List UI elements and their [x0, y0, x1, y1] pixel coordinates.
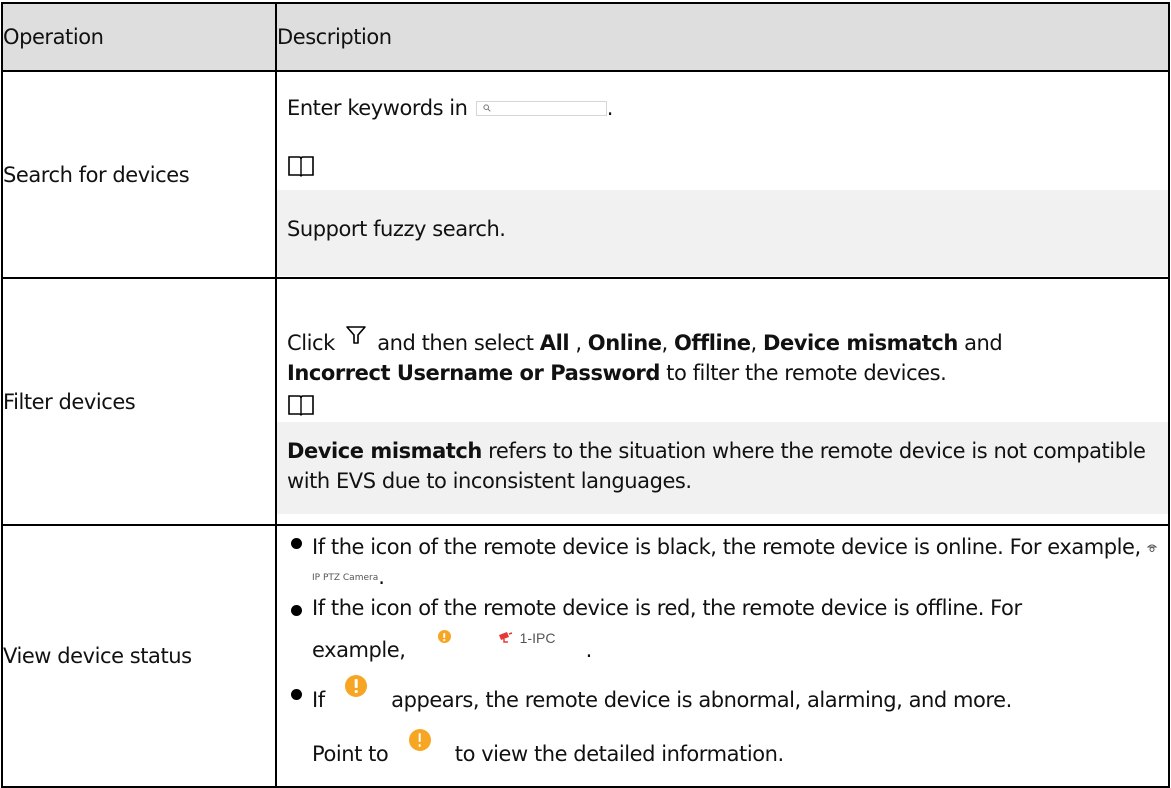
- ptz-camera-icon: [1146, 544, 1158, 552]
- filter-icon: [346, 325, 366, 344]
- option-offline: Offline: [673, 330, 751, 355]
- operations-table: Operation Description Search for devices…: [1, 2, 1170, 788]
- description-line: Enter keywords in .: [277, 74, 1168, 142]
- warning-icon: [437, 630, 451, 643]
- text-sep: ,: [575, 330, 582, 355]
- text-period: .: [606, 95, 614, 120]
- operation-label: Filter devices: [3, 389, 136, 414]
- operation-cell: Search for devices: [1, 70, 277, 279]
- bullet-text-online: If the icon of the remote device is blac…: [312, 535, 1141, 559]
- table-row: Filter devices Click and then select All…: [1, 277, 1170, 526]
- header-description: Description: [275, 2, 1170, 72]
- text-click: Click: [287, 330, 335, 355]
- ipc-device-label: 1-IPC: [519, 630, 556, 646]
- text-period: .: [585, 638, 593, 662]
- warning-icon: [344, 675, 367, 697]
- text-sep: ,: [750, 330, 758, 355]
- bullet-text-abnormal: appears, the remote device is abnormal, …: [391, 688, 1012, 712]
- text-filter-tail: to filter the remote devices.: [666, 360, 947, 385]
- note-bold-term: Device mismatch: [287, 438, 482, 463]
- note-book-icon: [288, 394, 314, 416]
- text-if: If: [312, 688, 325, 712]
- operation-cell: Filter devices: [1, 277, 277, 526]
- table-row: Search for devices Enter keywords in . S…: [1, 70, 1170, 279]
- operation-label: View device status: [3, 644, 192, 668]
- camera-offline-icon: [499, 632, 513, 643]
- description-cell: Enter keywords in . Support fuzzy search…: [275, 70, 1170, 279]
- list-item: If the icon of the remote device is red,…: [277, 593, 1168, 665]
- text-point-to: Point to: [312, 742, 389, 766]
- search-box-illustration: [475, 101, 607, 116]
- note-text: Support fuzzy search.: [287, 216, 506, 241]
- text-period: .: [378, 565, 385, 589]
- description-paragraph: Click and then select All , Online, Offl…: [277, 290, 1168, 388]
- warning-icon: [408, 729, 431, 751]
- list-item: If appears, the remote device is abnorma…: [277, 665, 1168, 715]
- bullet-icon: [291, 689, 302, 700]
- option-all: All: [539, 330, 570, 355]
- operation-cell: View device status: [1, 524, 277, 788]
- text-and: and: [964, 330, 1003, 355]
- table-header-row: Operation Description: [1, 2, 1170, 72]
- search-icon: [483, 104, 491, 112]
- note-book-icon: [288, 155, 314, 177]
- note-icon-line: [277, 388, 1168, 422]
- option-device-mismatch: Device mismatch: [763, 330, 958, 355]
- text-enter-keywords: Enter keywords in: [287, 95, 468, 120]
- ptz-camera-label: IP PTZ Camera: [312, 573, 379, 583]
- note-box: Support fuzzy search.: [277, 189, 1168, 276]
- list-item: If the icon of the remote device is blac…: [277, 526, 1168, 593]
- option-online: Online: [587, 330, 662, 355]
- header-operation: Operation: [1, 2, 277, 72]
- operation-label: Search for devices: [3, 162, 190, 187]
- text-then-select: and then select: [377, 330, 534, 355]
- bullet-icon: [291, 538, 302, 549]
- description-cell: Click and then select All , Online, Offl…: [275, 277, 1170, 526]
- note-icon-line: [277, 142, 1168, 190]
- text-view-details: to view the detailed information.: [454, 742, 784, 766]
- list-item-continuation: Point to to view the detailed informatio…: [277, 715, 1168, 769]
- option-incorrect-credentials: Incorrect Username or Password: [287, 360, 660, 385]
- note-box: Device mismatch refers to the situation …: [277, 421, 1168, 514]
- text-sep: ,: [661, 330, 669, 355]
- bullet-icon: [291, 605, 302, 616]
- bullet-text-offline: If the icon of the remote device is red,…: [312, 596, 1022, 620]
- description-cell: If the icon of the remote device is blac…: [275, 524, 1170, 788]
- table-row: View device status If the icon of the re…: [1, 524, 1170, 788]
- text-example: example,: [312, 638, 406, 662]
